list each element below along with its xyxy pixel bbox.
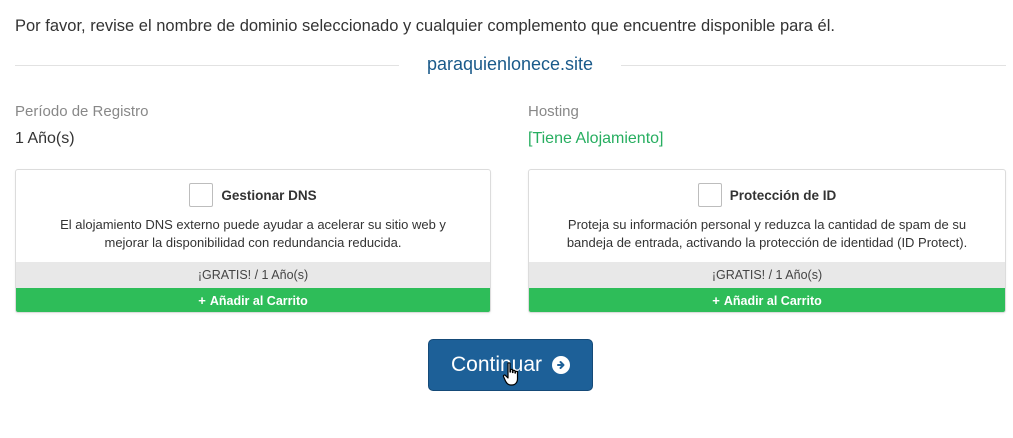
registration-period-value: 1 Año(s) (15, 130, 75, 147)
addon-description-line: Proteja su información personal y reduzc… (567, 217, 967, 232)
add-to-cart-label: Añadir al Carrito (209, 293, 308, 308)
add-to-cart-button[interactable]: + Añadir al Carrito (16, 288, 490, 312)
addon-price: ¡GRATIS! / 1 Año(s) (16, 262, 490, 288)
arrow-circle-right-icon (552, 356, 571, 374)
addon-description: El alojamiento DNS externo puede ayudar … (36, 216, 470, 252)
id-protection-checkbox[interactable] (697, 183, 722, 207)
domain-name: paraquienlonece.site (426, 54, 594, 74)
addon-card-dns: Gestionar DNS El alojamiento DNS externo… (15, 169, 491, 313)
hosting-label: Hosting (528, 103, 579, 120)
addon-description-line: bandeja de entrada, activando la protecc… (566, 235, 968, 250)
intro-text: Por favor, revise el nombre de dominio s… (15, 17, 835, 35)
plus-icon: + (712, 293, 720, 308)
registration-period-label: Período de Registro (15, 103, 149, 120)
divider-left (15, 65, 399, 66)
add-to-cart-label: Añadir al Carrito (723, 293, 822, 308)
continue-label: Continuar (450, 353, 543, 376)
dns-checkbox[interactable] (189, 183, 214, 207)
domain-header: paraquienlonece.site (15, 52, 1006, 78)
addon-description-line: mejorar la disponibilidad con redundanci… (104, 235, 402, 250)
addon-title: Gestionar DNS (221, 187, 317, 203)
addon-price: ¡GRATIS! / 1 Año(s) (529, 262, 1005, 288)
hand-pointer-cursor-icon (502, 362, 519, 386)
addon-card-header: Protección de ID (529, 182, 1005, 208)
addon-title: Protección de ID (729, 187, 837, 203)
divider-right (621, 65, 1006, 66)
add-to-cart-button[interactable]: + Añadir al Carrito (529, 288, 1005, 312)
addon-description-line: El alojamiento DNS externo puede ayudar … (60, 217, 446, 232)
addon-description: Proteja su información personal y reduzc… (549, 216, 985, 252)
plus-icon: + (198, 293, 206, 308)
hosting-value: [Tiene Alojamiento] (528, 130, 664, 147)
addon-card-header: Gestionar DNS (16, 182, 490, 208)
addon-card-id-protection: Protección de ID Proteja su información … (528, 169, 1006, 313)
